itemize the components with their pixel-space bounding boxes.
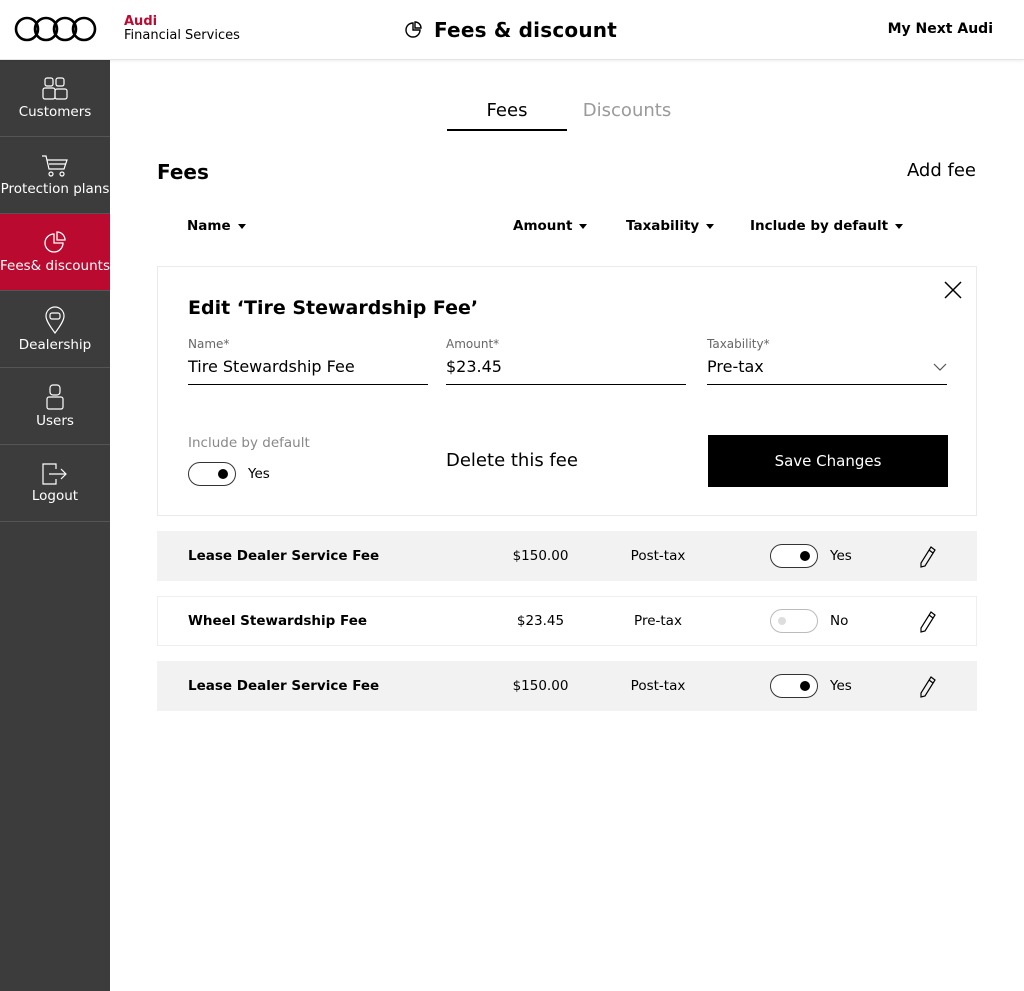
add-fee-button[interactable]: Add fee: [907, 160, 976, 181]
brand-name: Audi Financial Services: [124, 15, 240, 43]
tab-discounts[interactable]: Discounts: [567, 100, 687, 131]
close-icon[interactable]: [944, 281, 962, 299]
tab-fees[interactable]: Fees: [447, 100, 567, 131]
fee-include-toggle[interactable]: [770, 674, 818, 698]
edit-panel-title: Edit ‘Tire Stewardship Fee’: [188, 297, 479, 319]
column-header-include-default[interactable]: Include by default: [750, 218, 904, 234]
sidebar-item-label: Protection plans: [0, 180, 110, 197]
top-header: Audi Financial Services Fees & discount …: [0, 0, 1024, 60]
chevron-down-icon[interactable]: [933, 363, 947, 371]
sidebar-item-label: Dealership: [18, 336, 92, 353]
fee-include-value: Yes: [830, 678, 852, 694]
fee-name: Lease Dealer Service Fee: [188, 678, 380, 694]
sidebar-item-customers[interactable]: Customers: [0, 60, 110, 137]
pencil-icon[interactable]: [920, 546, 936, 568]
fee-name: Lease Dealer Service Fee: [188, 548, 380, 564]
pie-chart-icon: [44, 230, 66, 253]
fee-taxability: Post-tax: [630, 678, 686, 694]
toggle-knob: [218, 469, 228, 479]
toggle-knob: [800, 551, 810, 561]
column-header-name[interactable]: Name: [187, 218, 246, 234]
pencil-icon[interactable]: [920, 611, 936, 633]
column-header-label: Amount: [513, 218, 573, 234]
sort-caret-icon: [706, 223, 715, 229]
name-field-label: Name*: [188, 337, 230, 351]
sort-caret-icon: [237, 223, 246, 229]
fee-include-toggle-group: Yes: [770, 674, 852, 698]
section-title: Fees: [157, 160, 209, 184]
include-default-toggle[interactable]: [188, 462, 236, 486]
sidebar-item-protection-plans[interactable]: Protection plans: [0, 137, 110, 214]
name-field[interactable]: Name* Tire Stewardship Fee: [188, 337, 428, 385]
column-header-amount[interactable]: Amount: [513, 218, 588, 234]
taxability-select[interactable]: Taxability* Pre-tax: [707, 337, 947, 385]
customers-icon: [42, 76, 68, 100]
fee-include-value: No: [830, 613, 849, 629]
user-icon: [46, 383, 64, 410]
column-header-label: Name: [187, 218, 231, 234]
include-default-toggle-group: Yes: [188, 462, 270, 486]
fee-amount: $150.00: [512, 548, 569, 564]
cart-icon: [42, 154, 68, 177]
toggle-knob: [800, 681, 810, 691]
fee-include-toggle[interactable]: [770, 544, 818, 568]
amount-field-value[interactable]: $23.45: [446, 357, 686, 376]
edit-fee-panel: Edit ‘Tire Stewardship Fee’ Name* Tire S…: [157, 266, 977, 516]
include-default-label: Include by default: [188, 435, 310, 451]
sidebar-item-label: Customers: [18, 103, 92, 120]
column-header-label: Include by default: [750, 218, 889, 234]
taxability-select-value[interactable]: Pre-tax: [707, 357, 947, 376]
fee-include-toggle-group: No: [770, 609, 848, 633]
fee-taxability: Post-tax: [630, 548, 686, 564]
sidebar-item-dealership[interactable]: Dealership: [0, 291, 110, 368]
sidebar-item-users[interactable]: Users: [0, 368, 110, 445]
amount-field[interactable]: Amount* $23.45: [446, 337, 686, 385]
logout-icon: [42, 462, 67, 485]
fee-include-toggle[interactable]: [770, 609, 818, 633]
amount-field-label: Amount*: [446, 337, 500, 351]
name-field-value[interactable]: Tire Stewardship Fee: [188, 357, 428, 376]
sidebar-nav: Customers Protection plans Fees& discoun…: [0, 60, 110, 991]
fee-row: Wheel Stewardship Fee $23.45 Pre-tax No: [157, 596, 977, 646]
toggle-knob: [778, 617, 786, 625]
fee-taxability: Pre-tax: [634, 613, 682, 629]
column-header-taxability[interactable]: Taxability: [626, 218, 715, 234]
audi-rings-logo[interactable]: [14, 14, 98, 44]
page-title: Fees & discount: [434, 18, 617, 42]
pie-chart-icon: [405, 21, 422, 38]
fee-row: Lease Dealer Service Fee $150.00 Post-ta…: [157, 531, 977, 581]
fee-include-value: Yes: [830, 548, 852, 564]
my-next-audi-link[interactable]: My Next Audi: [888, 21, 993, 37]
location-pin-icon: [45, 305, 65, 334]
fees-discounts-tabs: Fees Discounts: [447, 100, 687, 131]
sort-caret-icon: [895, 223, 904, 229]
sidebar-item-logout[interactable]: Logout: [0, 445, 110, 522]
brand-line2: Financial Services: [124, 28, 240, 43]
sidebar-item-label: Users: [36, 412, 74, 429]
fee-row: Lease Dealer Service Fee $150.00 Post-ta…: [157, 661, 977, 711]
fee-include-toggle-group: Yes: [770, 544, 852, 568]
delete-fee-button[interactable]: Delete this fee: [446, 450, 578, 471]
include-default-value: Yes: [248, 466, 270, 482]
sidebar-item-label: Logout: [31, 487, 79, 504]
sidebar-item-fees-discounts[interactable]: Fees& discounts: [0, 214, 110, 291]
save-changes-button[interactable]: Save Changes: [708, 435, 948, 487]
page-title-group: Fees & discount: [404, 18, 617, 42]
brand-line1: Audi: [124, 14, 158, 29]
sidebar-item-label: Fees& discounts: [0, 257, 110, 274]
fee-amount: $150.00: [512, 678, 569, 694]
fee-name: Wheel Stewardship Fee: [188, 613, 368, 629]
pencil-icon[interactable]: [920, 676, 936, 698]
column-header-label: Taxability: [626, 218, 700, 234]
sort-caret-icon: [579, 223, 588, 229]
fee-amount: $23.45: [516, 613, 565, 629]
taxability-select-label: Taxability*: [707, 337, 770, 351]
